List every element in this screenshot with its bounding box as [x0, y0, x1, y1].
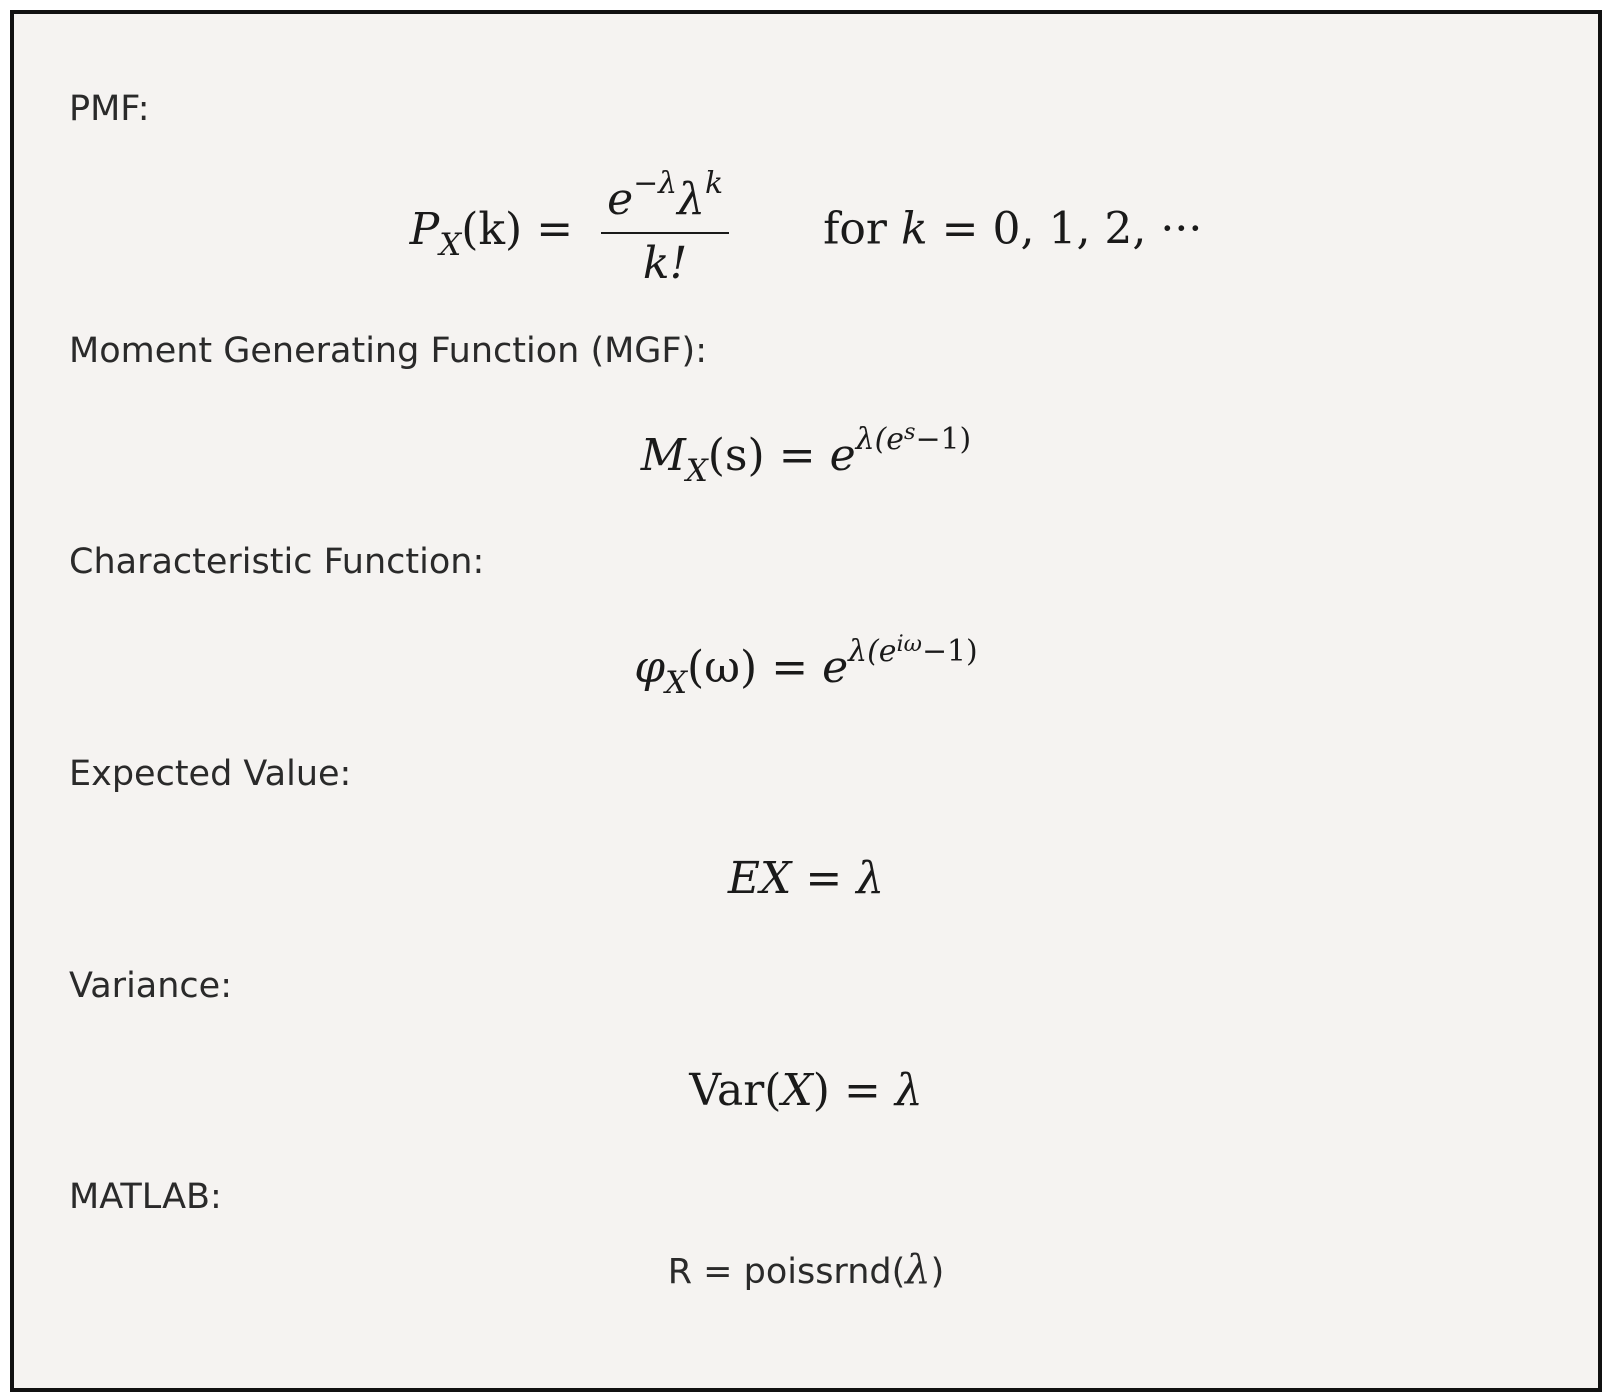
pmf-label: PMF:: [69, 89, 150, 129]
pmf-lhs: PX(k): [409, 203, 523, 263]
pmf-fraction: e−λλk k!: [601, 169, 730, 289]
equals-sign: =: [536, 203, 574, 255]
pmf-numerator: e−λλk: [601, 169, 730, 234]
cf-formula: φX(ω) = eλ(eiω−1): [634, 631, 978, 701]
content-frame: PMF: PX(k) = e−λλk k! for k = 0, 1, 2, ·…: [10, 10, 1602, 1392]
mgf-formula: MX(s) = eλ(es−1): [640, 419, 972, 489]
matlab-code: R = poissrnd(λ): [667, 1247, 945, 1293]
ev-label: Expected Value:: [69, 754, 352, 794]
pmf-formula: PX(k) = e−λλk k! for k = 0, 1, 2, ···: [14, 169, 1598, 289]
pmf-denominator: k!: [642, 238, 688, 289]
pmf-domain: for k = 0, 1, 2, ···: [823, 203, 1203, 255]
cf-label: Characteristic Function:: [69, 542, 485, 582]
variance-formula: Var(X) = λ: [689, 1065, 923, 1116]
mgf-label: Moment Generating Function (MGF):: [69, 331, 707, 371]
ev-formula: EX = λ: [727, 853, 885, 904]
matlab-label: MATLAB:: [69, 1177, 222, 1217]
variance-label: Variance:: [69, 966, 232, 1006]
